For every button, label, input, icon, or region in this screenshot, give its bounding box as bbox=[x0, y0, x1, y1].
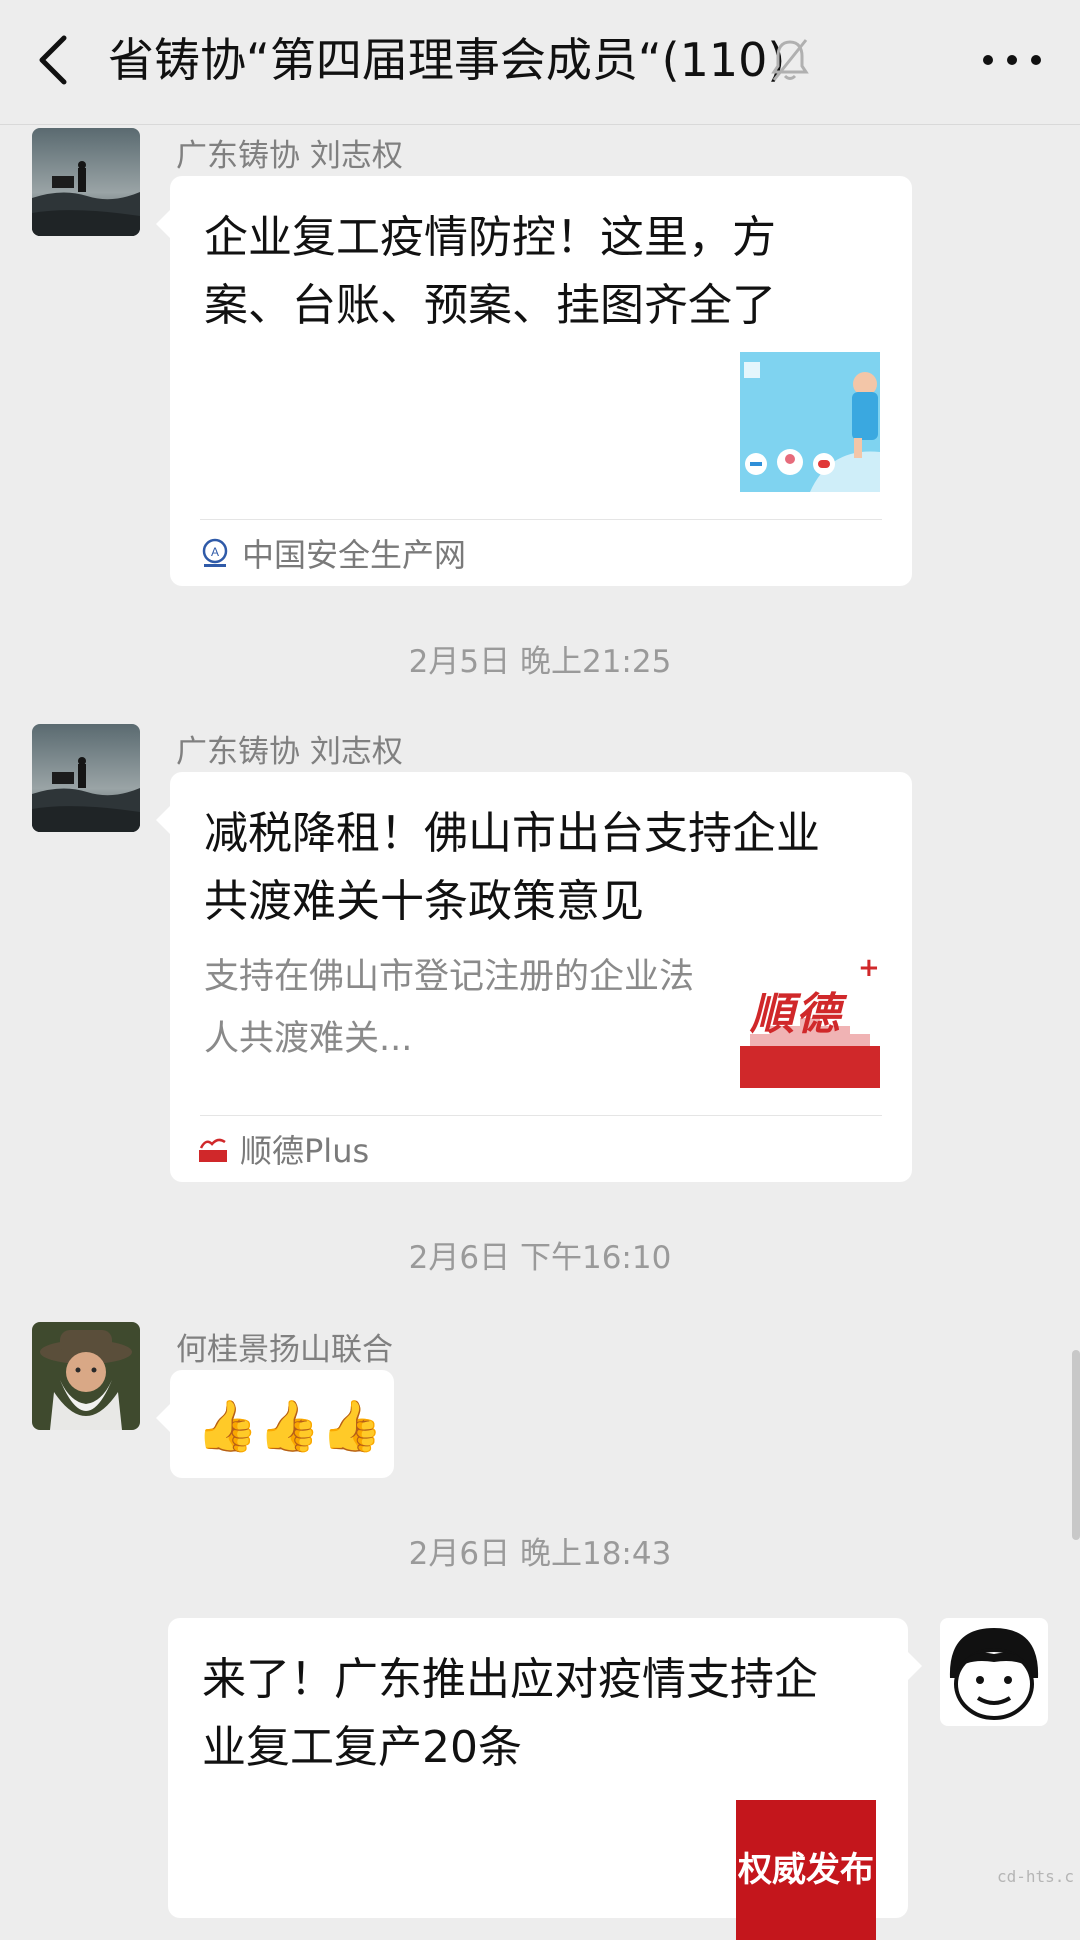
chat-header: 省铸协“第四届理事会成员“(110) bbox=[0, 0, 1080, 125]
avatar[interactable] bbox=[32, 128, 140, 236]
avatar[interactable] bbox=[32, 724, 140, 832]
timestamp: 2月6日 下午16:10 bbox=[408, 1240, 672, 1276]
bearded-man-avatar-icon bbox=[32, 1322, 140, 1430]
link-card-bubble[interactable]: 来了！广东推出应对疫情支持企业复工复产20条 权威发布 bbox=[168, 1618, 922, 1940]
card-divider bbox=[200, 519, 882, 520]
cartoon-face-avatar-icon bbox=[940, 1618, 1048, 1726]
svg-text:+: + bbox=[858, 953, 880, 983]
link-card-bubble[interactable]: 减税降租！佛山市出台支持企业共渡难关十条政策意见 支持在佛山市登记注册的企业法人… bbox=[156, 772, 912, 1182]
source-logo-icon: A bbox=[202, 538, 228, 567]
thumbs-up-emojis: 👍👍👍 bbox=[196, 1396, 391, 1456]
message-text: 👍👍👍 bbox=[196, 1397, 383, 1455]
back-arrow-icon[interactable] bbox=[30, 30, 80, 90]
card-source: A 中国安全生产网 bbox=[200, 530, 466, 576]
sender-name: 广东铸协 刘志权 bbox=[176, 138, 403, 174]
landscape-avatar-icon bbox=[32, 724, 140, 832]
more-options-icon[interactable] bbox=[972, 40, 1052, 80]
card-thumbnail: + 順德 bbox=[740, 948, 880, 1088]
chat-title: 省铸协“第四届理事会成员“(110) bbox=[108, 33, 786, 87]
card-title: 减税降租！佛山市出台支持企业共渡难关十条政策意见 bbox=[204, 808, 820, 927]
thumbnail-text: 順德 bbox=[750, 989, 842, 1040]
bubble-tail bbox=[908, 1652, 922, 1680]
card-source: 顺德Plus bbox=[198, 1126, 369, 1172]
card-description: 支持在佛山市登记注册的企业法人共渡难关... bbox=[204, 957, 695, 1059]
bubble-tail bbox=[156, 1404, 170, 1432]
card-thumbnail: 权威发布 bbox=[736, 1800, 876, 1940]
card-title: 来了！广东推出应对疫情支持企业复工复产20条 bbox=[202, 1654, 818, 1773]
mute-bell-icon bbox=[771, 39, 809, 81]
my-avatar[interactable] bbox=[940, 1618, 1048, 1726]
link-card-bubble[interactable]: 企业复工疫情防控！这里，方案、台账、预案、挂图齐全了 A 中国安全生产网 bbox=[156, 176, 912, 586]
nurse-illustration-icon bbox=[740, 352, 880, 492]
card-title: 企业复工疫情防控！这里，方案、台账、预案、挂图齐全了 bbox=[204, 212, 776, 331]
timestamp: 2月5日 晚上21:25 bbox=[408, 644, 672, 680]
svg-text:A: A bbox=[211, 545, 219, 559]
source-logo-icon bbox=[199, 1138, 227, 1162]
source-name: 顺德Plus bbox=[240, 1132, 370, 1170]
landscape-avatar-icon bbox=[32, 128, 140, 236]
card-divider bbox=[200, 1115, 882, 1116]
source-name: 中国安全生产网 bbox=[242, 536, 467, 574]
watermark: cd-hts.c bbox=[996, 1867, 1074, 1886]
sender-name: 广东铸协 刘志权 bbox=[176, 734, 403, 770]
scrollbar-thumb[interactable] bbox=[1072, 1350, 1080, 1540]
sender-name: 何桂景扬山联合 bbox=[176, 1332, 393, 1368]
avatar[interactable] bbox=[32, 1322, 140, 1430]
timestamp: 2月6日 晚上18:43 bbox=[408, 1536, 672, 1572]
card-thumbnail bbox=[740, 352, 880, 492]
thumbnail-text: 权威发布 bbox=[738, 1850, 874, 1890]
bubble-tail bbox=[156, 806, 170, 834]
text-bubble[interactable]: 👍👍👍 bbox=[156, 1370, 394, 1478]
bubble-tail bbox=[156, 210, 170, 238]
